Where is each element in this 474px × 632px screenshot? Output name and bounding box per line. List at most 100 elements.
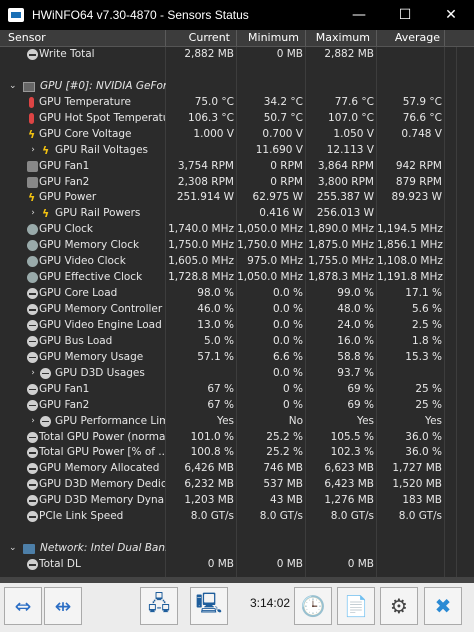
table-row[interactable]: GPU D3D Memory Dynamic 1,203 MB 43 MB 1,276… xyxy=(0,493,474,509)
sensor-name: GPU Memory Allocated xyxy=(39,462,160,475)
maximum-value: 255.387 W xyxy=(316,191,374,204)
table-row[interactable]: GPU Memory Usage 57.1 % 6.6 % 58.8 % 15.3 % xyxy=(0,350,474,366)
table-row[interactable]: GPU Memory Controller L... 46.0 % 0.0 % 48.… xyxy=(0,302,474,318)
current-value xyxy=(166,366,236,382)
column-average[interactable]: Average xyxy=(377,30,445,46)
sensor-icon xyxy=(27,335,38,347)
table-row[interactable]: PCIe Link Speed 8.0 GT/s 8.0 GT/s 8.0 GT/s 8… xyxy=(0,509,474,525)
table-row[interactable]: GPU Fan2 2,308 RPM 0 RPM 3,800 RPM 879 RPM xyxy=(0,175,474,191)
table-row[interactable]: GPU Temperature 75.0 °C 34.2 °C 77.6 °C 57.9… xyxy=(0,95,474,111)
maximum-value: 77.6 °C xyxy=(334,95,374,108)
table-row[interactable]: GPU Video Engine Load 13.0 % 0.0 % 24.0 % 2.… xyxy=(0,318,474,334)
network-report-button[interactable]: 🖧 xyxy=(140,587,178,625)
table-row[interactable]: GPU Fan1 67 % 0 % 69 % 25 % xyxy=(0,382,474,398)
average-value: 36.0 % xyxy=(405,430,442,443)
current-value: 67 % xyxy=(207,382,234,395)
average-value: 1,108.0 MHz xyxy=(377,255,443,268)
table-row[interactable]: GPU Fan1 3,754 RPM 0 RPM 3,864 RPM 942 RPM xyxy=(0,159,474,175)
expand-chevron-icon[interactable]: › xyxy=(28,366,38,382)
table-row[interactable]: Total DL 0 MB 0 MB 0 MB xyxy=(0,557,474,573)
minimize-button[interactable]: — xyxy=(336,0,382,30)
column-maximum[interactable]: Maximum xyxy=(306,30,377,46)
minimum-value: 0 RPM xyxy=(270,159,303,172)
table-row[interactable]: GPU Hot Spot Temperature 106.3 °C 50.7 °C 1… xyxy=(0,111,474,127)
average-value: 1,856.1 MHz xyxy=(377,239,443,252)
toolbar: ⇔ ⇹ 🖧 🖳 3:14:02 🕒 📄 ⚙ ✖ xyxy=(0,583,474,632)
minimum-value: 11.690 V xyxy=(255,143,303,156)
average-value: 25 % xyxy=(415,382,442,395)
network-button[interactable]: 🖳 xyxy=(190,587,228,625)
collapse-chevron-icon[interactable]: ⌄ xyxy=(9,79,19,95)
sensor-icon xyxy=(27,479,38,491)
current-value: 13.0 % xyxy=(197,318,234,331)
sensor-name: GPU Clock xyxy=(39,223,94,236)
voltage-bolt-icon: ϟ xyxy=(28,191,36,205)
expand-chevron-icon[interactable]: › xyxy=(28,143,38,159)
sensor-icon xyxy=(27,304,38,315)
minimum-value: 6.6 % xyxy=(272,350,303,363)
maximum-value: 24.0 % xyxy=(337,318,374,331)
table-row[interactable]: › GPU Performance Lim... Yes No Yes Yes xyxy=(0,414,474,430)
average-value: 8.0 GT/s xyxy=(398,510,442,523)
fan-icon xyxy=(27,160,38,172)
close-sensors-button[interactable]: ✖ xyxy=(424,587,462,625)
table-row[interactable]: › GPU D3D Usages 0.0 % 93.7 % xyxy=(0,366,474,382)
table-row[interactable]: › ϟ GPU Rail Powers 0.416 W 256.013 W xyxy=(0,206,474,222)
column-current[interactable]: Current xyxy=(166,30,237,46)
table-row[interactable]: GPU Effective Clock 1,728.8 MHz 1,050.0 MH… xyxy=(0,270,474,286)
sensor-list[interactable]: Write Total 2,882 MB 0 MB 2,882 MB ⌄ GPU [#0]… xyxy=(0,47,474,577)
table-row[interactable]: ϟ GPU Power 251.914 W 62.975 W 255.387 W 89.9… xyxy=(0,190,474,206)
close-button[interactable]: ✕ xyxy=(428,0,474,30)
table-row[interactable]: GPU Bus Load 5.0 % 0.0 % 16.0 % 1.8 % xyxy=(0,334,474,350)
table-row[interactable]: GPU Memory Clock 1,750.0 MHz 1,750.0 MHz 1,… xyxy=(0,238,474,254)
sensor-name: GPU Video Engine Load xyxy=(39,318,162,331)
sensor-name: GPU Video Clock xyxy=(39,255,126,268)
current-value: 2,308 RPM xyxy=(177,175,234,188)
sensor-name: GPU Rail Voltages xyxy=(55,143,149,156)
settings-button[interactable]: ⚙ xyxy=(380,587,418,625)
minimum-value: 0 MB xyxy=(276,48,303,60)
table-row[interactable]: GPU Core Load 98.0 % 0.0 % 99.0 % 17.1 % xyxy=(0,286,474,302)
clock-button[interactable]: 🕒 xyxy=(294,587,332,625)
table-row[interactable]: GPU Fan2 67 % 0 % 69 % 25 % xyxy=(0,398,474,414)
sensor-icon xyxy=(27,559,38,570)
maximum-value: 3,864 RPM xyxy=(317,159,374,172)
table-row[interactable]: GPU D3D Memory Dedica... 6,232 MB 537 MB 6,… xyxy=(0,477,474,493)
table-row[interactable]: GPU Memory Allocated 6,426 MB 746 MB 6,623 … xyxy=(0,461,474,477)
elapsed-timer: 3:14:02 xyxy=(250,596,291,610)
sensor-group-row[interactable]: ⌄ GPU [#0]: NVIDIA GeFor... xyxy=(0,79,474,95)
sensor-group-row[interactable]: ⌄ Network: Intel Dual Ban... xyxy=(0,541,474,557)
logging-button[interactable]: 📄 xyxy=(337,587,375,625)
column-minimum[interactable]: Minimum xyxy=(237,30,306,46)
current-value: 57.1 % xyxy=(197,350,234,363)
expand-chevron-icon[interactable]: › xyxy=(28,206,38,222)
sensor-icon xyxy=(27,399,38,411)
minimum-value: 0.0 % xyxy=(272,366,303,379)
vertical-scrollbar[interactable] xyxy=(456,47,474,577)
current-value: 1,728.8 MHz xyxy=(168,271,234,284)
sensor-name: GPU Effective Clock xyxy=(39,271,143,284)
collapse-button[interactable]: ⇹ xyxy=(44,587,82,625)
table-row[interactable]: Write Total 2,882 MB 0 MB 2,882 MB xyxy=(0,47,474,63)
average-value: 57.9 °C xyxy=(402,95,442,108)
table-row[interactable]: GPU Clock 1,740.0 MHz 1,050.0 MHz 1,890.0 M… xyxy=(0,222,474,238)
table-row[interactable]: ϟ GPU Core Voltage 1.000 V 0.700 V 1.050 V 0.… xyxy=(0,127,474,143)
maximize-button[interactable]: ☐ xyxy=(382,0,428,30)
maximum-value: 0 MB xyxy=(347,558,374,570)
maximum-value: 2,882 MB xyxy=(324,48,374,60)
nav-back-forward-button[interactable]: ⇔ xyxy=(4,587,42,625)
minimum-value: 746 MB xyxy=(263,462,303,475)
table-row[interactable]: GPU Video Clock 1,605.0 MHz 975.0 MHz 1,755… xyxy=(0,254,474,270)
current-value: 100.8 % xyxy=(190,446,234,459)
expand-chevron-icon[interactable]: › xyxy=(28,414,38,430)
table-row[interactable]: › ϟ GPU Rail Voltages 11.690 V 12.113 V xyxy=(0,143,474,159)
minimum-value: 1,050.0 MHz xyxy=(237,223,303,236)
table-row[interactable]: Total GPU Power [% of ... 100.8 % 25.2 % 10… xyxy=(0,445,474,461)
average-value: 36.0 % xyxy=(405,446,442,459)
current-value: 46.0 % xyxy=(197,303,234,315)
table-row[interactable]: Total GPU Power (normal... 101.0 % 25.2 % 1… xyxy=(0,430,474,446)
sensor-name: GPU Memory Usage xyxy=(39,350,144,363)
column-sensor[interactable]: Sensor xyxy=(0,30,166,46)
sensor-icon xyxy=(27,431,38,443)
collapse-chevron-icon[interactable]: ⌄ xyxy=(9,541,19,557)
